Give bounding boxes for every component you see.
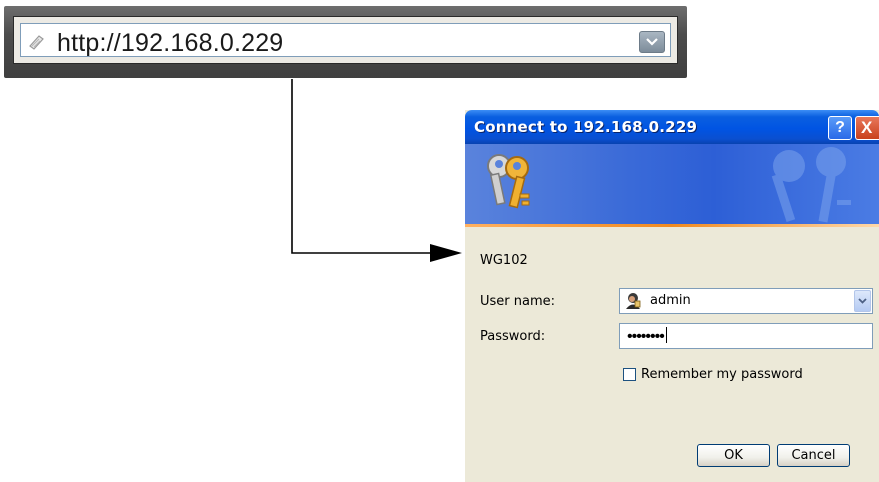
user-icon — [624, 292, 642, 315]
login-dialog: Connect to 192.168.0.229 ? X WG102 User … — [465, 110, 879, 482]
remember-password-checkbox[interactable] — [623, 368, 636, 381]
help-button[interactable]: ? — [828, 116, 852, 140]
remember-password-label[interactable]: Remember my password — [641, 367, 803, 382]
cancel-button[interactable]: Cancel — [777, 444, 850, 467]
ok-button[interactable]: OK — [697, 444, 770, 467]
username-label: User name: — [480, 294, 556, 309]
text-caret — [665, 327, 667, 343]
username-dropdown-button[interactable] — [854, 290, 871, 312]
username-field[interactable]: admin — [619, 288, 873, 314]
password-label: Password: — [480, 329, 546, 344]
keys-icon — [487, 154, 530, 209]
password-field[interactable]: •••••••• — [619, 323, 873, 349]
dialog-title: Connect to 192.168.0.229 — [474, 118, 698, 136]
realm-label: WG102 — [480, 253, 528, 268]
username-value: admin — [650, 293, 691, 308]
password-value: •••••••• — [627, 328, 665, 345]
banner-divider — [465, 224, 879, 227]
close-button[interactable]: X — [855, 116, 879, 140]
keys-watermark-icon — [771, 147, 851, 223]
dialog-titlebar[interactable]: Connect to 192.168.0.229 ? X — [465, 110, 879, 144]
